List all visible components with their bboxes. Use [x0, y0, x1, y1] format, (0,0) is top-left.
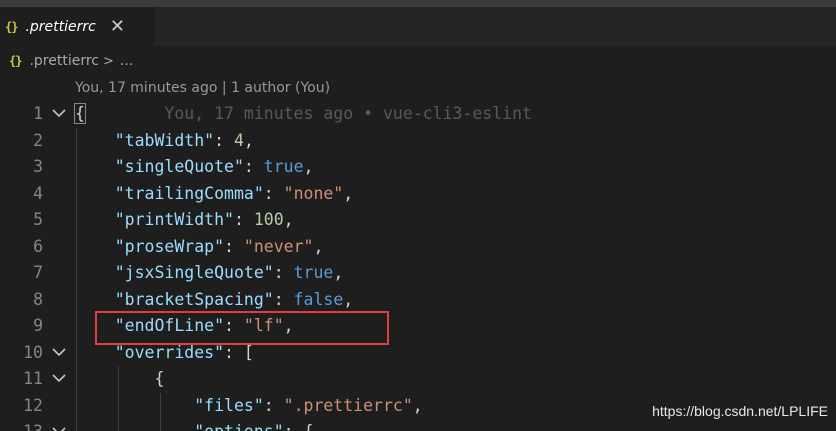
code-line[interactable]: 8 "bracketSpacing": false, — [0, 286, 836, 313]
json-key: "options" — [194, 422, 283, 431]
json-value: ".prettierrc" — [283, 395, 413, 415]
code-line[interactable]: 2 "tabWidth": 4, — [0, 127, 836, 154]
code-line[interactable]: 11 { — [0, 366, 836, 393]
comma: , — [303, 157, 314, 176]
json-value: { — [304, 422, 314, 431]
json-value: 100 — [253, 210, 284, 229]
code-text: "bracketSpacing": false, — [75, 290, 353, 309]
code-text: "options": { — [75, 422, 313, 431]
code-text: "tabWidth": 4, — [75, 131, 254, 150]
json-key: "bracketSpacing" — [114, 289, 274, 309]
code-line[interactable]: 1 { You, 17 minutes ago • vue-cli3-eslint — [0, 101, 836, 128]
line-number: 4 — [33, 183, 43, 203]
tab-label: .prettierrc — [25, 18, 96, 35]
tab-prettierrc[interactable]: {} .prettierrc ✕ — [0, 7, 155, 46]
json-value: true — [263, 157, 304, 176]
json-file-icon: {} — [5, 19, 18, 34]
chevron-down-icon[interactable] — [52, 103, 66, 121]
code-text: "jsxSingleQuote": true, — [75, 263, 344, 282]
comma: , — [243, 130, 254, 150]
breadcrumb-more[interactable]: ... — [120, 53, 133, 69]
json-key: "tabWidth" — [114, 130, 215, 150]
code-line[interactable]: 6 "proseWrap": "never", — [0, 233, 836, 260]
json-key: "proseWrap" — [114, 236, 225, 256]
json-key: "trailingComma" — [114, 183, 264, 203]
codelens-authors[interactable]: You, 17 minutes ago | 1 author (You) — [75, 80, 330, 96]
code-text: { You, 17 minutes ago • vue-cli3-eslint — [74, 103, 532, 124]
chevron-right-icon: > — [103, 53, 114, 69]
code-text: { — [75, 369, 164, 388]
comma: , — [343, 289, 354, 309]
comma: , — [343, 183, 354, 203]
colon: : — [224, 342, 244, 362]
code-line[interactable]: 5 "printWidth": 100, — [0, 207, 836, 234]
code-text: "overrides": [ — [75, 343, 254, 362]
json-value: true — [293, 263, 334, 282]
watermark: https://blog.csdn.net/LPLIFE — [652, 403, 828, 419]
code-editor[interactable]: 1 { You, 17 minutes ago • vue-cli3-eslint… — [0, 101, 836, 431]
line-number: 6 — [33, 236, 43, 256]
json-value: 4 — [233, 130, 244, 150]
colon: : — [273, 263, 294, 282]
json-value: false — [293, 289, 344, 309]
colon: : — [273, 289, 294, 309]
colon: : — [263, 395, 284, 415]
breadcrumb-file[interactable]: .prettierrc — [29, 53, 99, 69]
json-file-icon: {} — [9, 54, 22, 68]
code-text: "files": ".prettierrc", — [75, 396, 423, 415]
annotation-highlight-box — [95, 311, 389, 345]
comma: , — [333, 263, 344, 282]
git-blame-annotation: You, 17 minutes ago • vue-cli3-eslint — [164, 104, 532, 123]
code-text: "trailingComma": "none", — [75, 184, 353, 203]
code-line[interactable]: 4 "trailingComma": "none", — [0, 180, 836, 207]
line-number: 1 — [33, 104, 43, 123]
line-number: 12 — [23, 395, 43, 415]
chevron-down-icon[interactable] — [52, 342, 66, 360]
open-brace: { — [74, 103, 86, 124]
json-key: "printWidth" — [114, 210, 234, 229]
code-line[interactable]: 13 "options": { — [0, 419, 836, 431]
line-number: 3 — [33, 157, 43, 176]
json-key: "overrides" — [114, 342, 225, 362]
json-value: "none" — [283, 183, 344, 203]
comma: , — [313, 236, 324, 256]
chevron-down-icon[interactable] — [52, 421, 66, 431]
breadcrumb: {} .prettierrc > ... — [0, 48, 836, 74]
code-line[interactable]: 7 "jsxSingleQuote": true, — [0, 260, 836, 287]
line-number: 7 — [33, 263, 43, 282]
colon: : — [263, 183, 284, 203]
json-value: [ — [243, 342, 254, 362]
colon: : — [233, 210, 254, 229]
line-number: 11 — [23, 369, 43, 388]
code-text: "singleQuote": true, — [75, 157, 314, 176]
json-value: "never" — [243, 236, 314, 256]
colon: : — [284, 422, 304, 431]
comma: , — [412, 395, 423, 415]
json-key: "jsxSingleQuote" — [114, 263, 274, 282]
line-number: 9 — [33, 316, 43, 335]
code-line[interactable]: 3 "singleQuote": true, — [0, 154, 836, 181]
json-key: "singleQuote" — [114, 157, 244, 176]
window-top-bar — [0, 0, 836, 7]
colon: : — [224, 236, 244, 256]
code-text: "printWidth": 100, — [75, 210, 294, 229]
line-number: 8 — [33, 289, 43, 309]
close-icon[interactable]: ✕ — [110, 17, 125, 36]
colon: : — [243, 157, 264, 176]
brace: { — [154, 369, 165, 388]
line-number: 10 — [23, 342, 43, 362]
line-number: 5 — [33, 210, 43, 229]
json-key: "files" — [194, 395, 264, 415]
colon: : — [214, 130, 234, 150]
comma: , — [283, 210, 294, 229]
code-text: "proseWrap": "never", — [75, 236, 324, 256]
line-number: 2 — [33, 130, 43, 150]
chevron-down-icon[interactable] — [52, 368, 66, 386]
line-number: 13 — [23, 422, 43, 431]
